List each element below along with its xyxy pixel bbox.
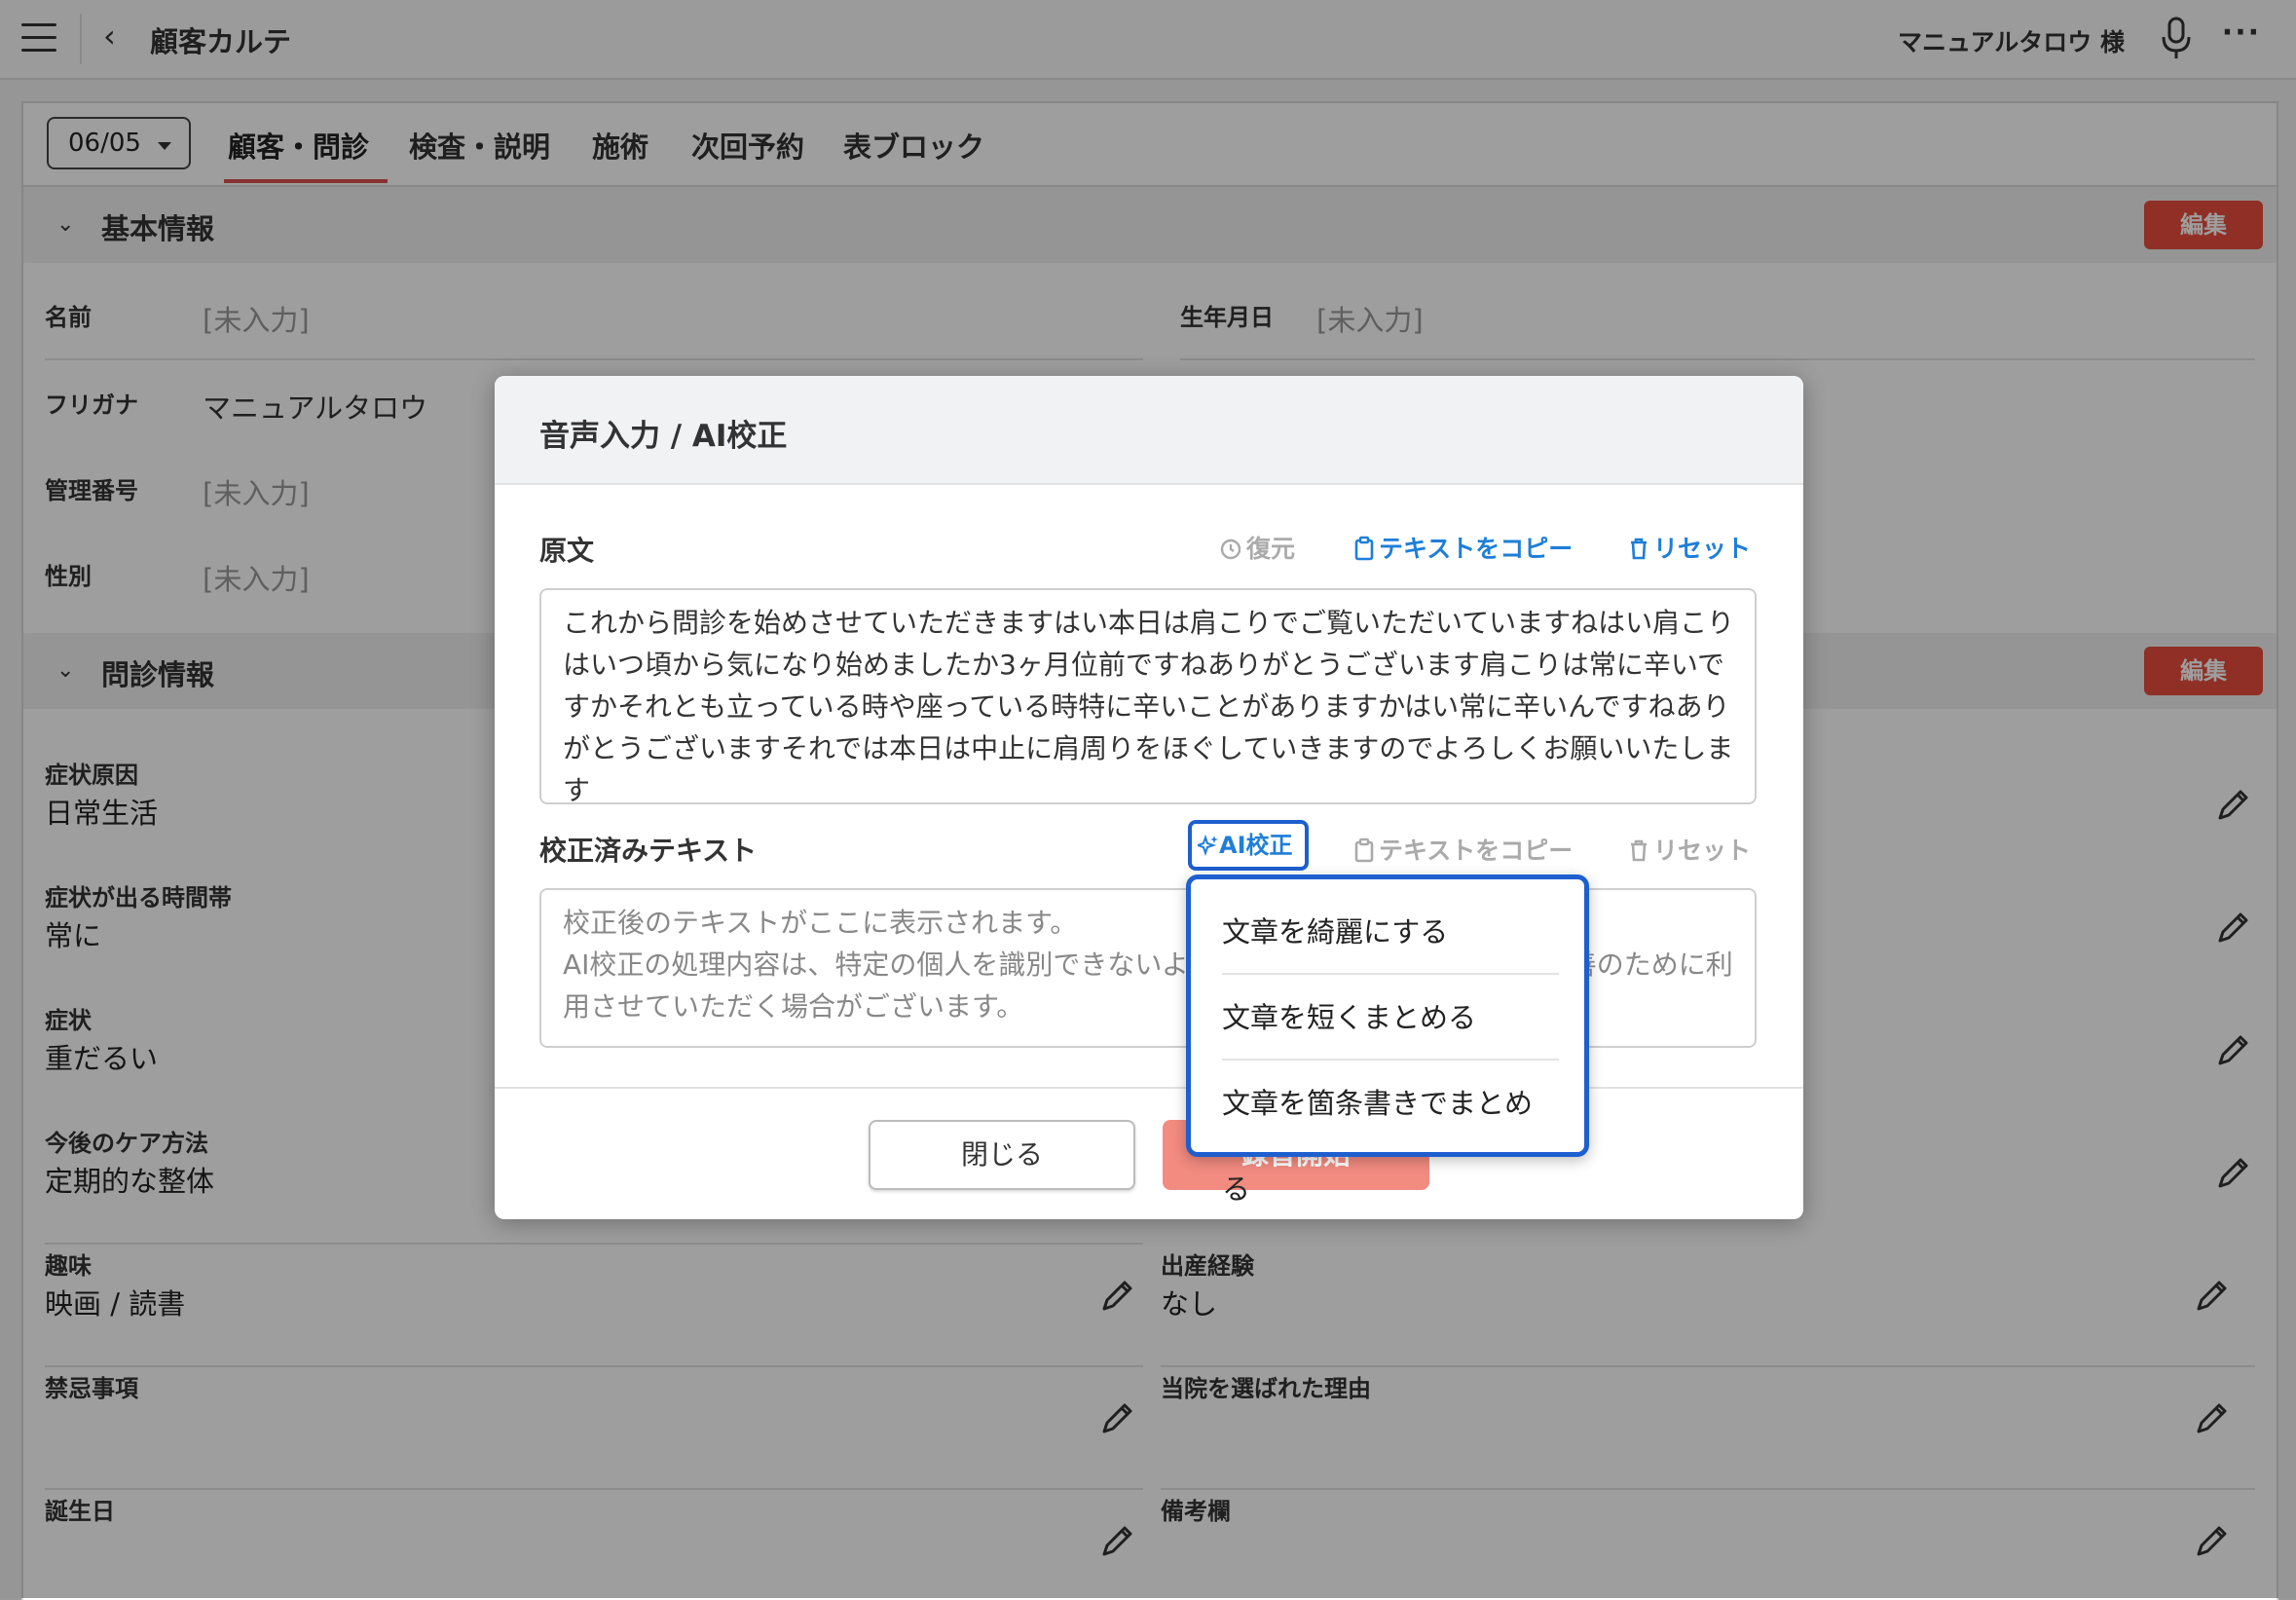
- reset-label: リセット: [1653, 837, 1752, 865]
- copy-label: テキストをコピー: [1379, 837, 1574, 865]
- modal-header: 音声入力 / AI校正: [495, 376, 1803, 485]
- original-text: これから問診を始めさせていただきますはい本日は肩こりでご覧いただいていますねはい…: [563, 607, 1735, 804]
- modal-title: 音声入力 / AI校正: [539, 419, 788, 454]
- menu-item-clean-text[interactable]: 文章を綺麗にする: [1222, 889, 1559, 975]
- close-button[interactable]: 閉じる: [869, 1120, 1135, 1190]
- original-text-label: 原文: [539, 535, 595, 567]
- reset-corrected-button[interactable]: リセット: [1628, 832, 1751, 867]
- original-textarea[interactable]: これから問診を始めさせていただきますはい本日は肩こりでご覧いただいていますねはい…: [539, 588, 1757, 804]
- restore-label: 復元: [1246, 535, 1296, 563]
- ai-correct-label: AI校正: [1219, 832, 1293, 859]
- menu-item-shorten[interactable]: 文章を短くまとめる: [1222, 975, 1559, 1060]
- modal-footer-divider: [495, 1087, 1803, 1089]
- trash-icon: [1631, 839, 1647, 862]
- sparkle-icon: [1194, 834, 1218, 857]
- restore-button[interactable]: 復元: [1219, 530, 1295, 565]
- reset-label: リセット: [1653, 535, 1752, 563]
- ai-correct-button[interactable]: AI校正: [1188, 820, 1309, 871]
- menu-item-bullet-summary[interactable]: 文章を箇条書きでまとめる: [1222, 1060, 1559, 1206]
- ai-correct-menu: 文章を綺麗にする 文章を短くまとめる 文章を箇条書きでまとめる: [1186, 874, 1589, 1206]
- voice-ai-modal: 音声入力 / AI校正 原文 復元 テキストをコピー リセット これから問診を始…: [495, 376, 1803, 1219]
- clock-icon: [1220, 539, 1241, 560]
- clipboard-icon: [1354, 837, 1374, 863]
- trash-icon: [1631, 538, 1647, 560]
- reset-original-button[interactable]: リセット: [1628, 530, 1751, 565]
- copy-label: テキストをコピー: [1379, 535, 1574, 563]
- copy-corrected-button[interactable]: テキストをコピー: [1353, 832, 1573, 867]
- copy-original-button[interactable]: テキストをコピー: [1353, 530, 1573, 565]
- corrected-text-label: 校正済みテキスト: [539, 835, 758, 867]
- clipboard-icon: [1354, 536, 1374, 561]
